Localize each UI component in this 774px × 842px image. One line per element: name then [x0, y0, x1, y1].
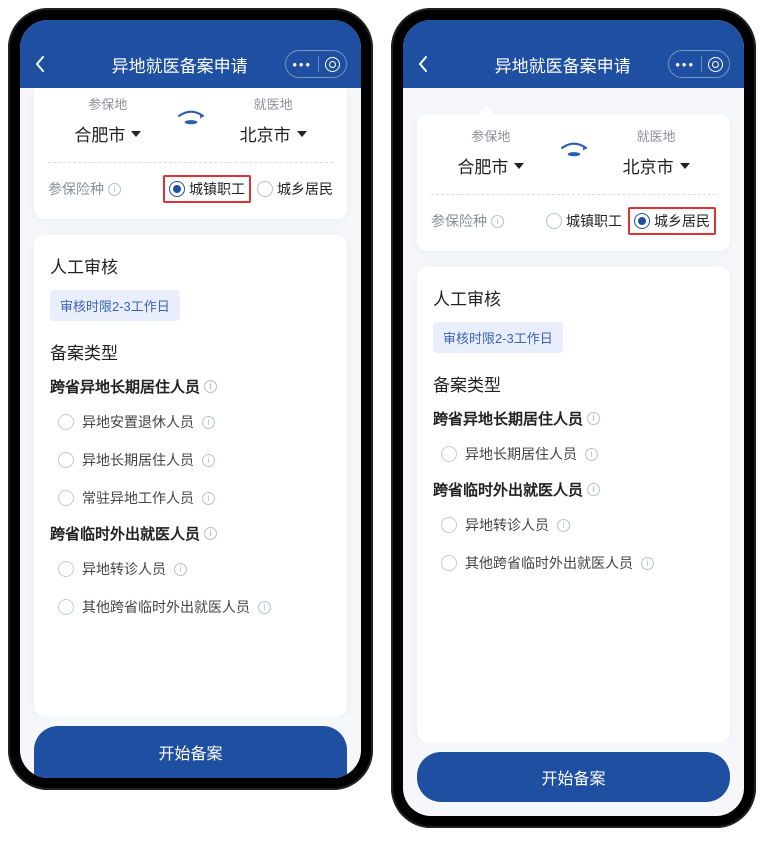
- category-temporary: 跨省临时外出就医人员i: [433, 479, 714, 500]
- info-icon[interactable]: i: [202, 492, 215, 505]
- submit-button[interactable]: 开始备案: [417, 752, 730, 802]
- more-icon[interactable]: •••: [675, 58, 695, 71]
- filing-type-title: 备案类型: [50, 339, 331, 364]
- info-icon[interactable]: i: [557, 519, 570, 532]
- submit-button[interactable]: 开始备案: [34, 726, 347, 778]
- filing-card: 人工审核 审核时限2-3工作日 备案类型 跨省异地长期居住人员i 异地长期居住人…: [417, 267, 730, 742]
- treatment-location-selector[interactable]: 就医地 北京市: [596, 126, 716, 178]
- back-button[interactable]: [417, 55, 457, 73]
- insurance-type-row: 参保险种i 城镇职工 城乡居民: [431, 207, 716, 235]
- filing-option[interactable]: 异地转诊人员i: [433, 506, 714, 544]
- filing-option[interactable]: 异地长期居住人员i: [50, 441, 331, 479]
- filing-option[interactable]: 其他跨省临时外出就医人员i: [433, 544, 714, 582]
- screen: 异地就医备案申请 ••• 参保地 合肥市: [20, 20, 361, 778]
- highlight-box: 城乡居民: [628, 207, 716, 235]
- swap-icon[interactable]: [176, 108, 206, 128]
- miniprogram-capsule[interactable]: •••: [285, 50, 347, 78]
- insured-location-selector[interactable]: 参保地 合肥市: [48, 94, 168, 146]
- phone-frame-left: 异地就医备案申请 ••• 参保地 合肥市: [8, 8, 373, 790]
- radio-urban-rural[interactable]: 城乡居民: [634, 211, 710, 231]
- filing-option[interactable]: 异地安置退休人员i: [50, 403, 331, 441]
- info-icon[interactable]: i: [491, 215, 504, 228]
- screen: 异地就医备案申请 ••• 参保地 合肥市: [403, 20, 744, 816]
- category-long-term: 跨省异地长期居住人员i: [433, 408, 714, 429]
- filing-option[interactable]: 其他跨省临时外出就医人员i: [50, 588, 331, 626]
- miniprogram-capsule[interactable]: •••: [668, 50, 730, 78]
- info-icon[interactable]: i: [587, 412, 600, 425]
- chevron-down-icon: [514, 163, 524, 169]
- info-icon[interactable]: i: [258, 601, 271, 614]
- info-icon[interactable]: i: [202, 454, 215, 467]
- info-icon[interactable]: i: [204, 380, 217, 393]
- review-badge: 审核时限2-3工作日: [50, 290, 180, 321]
- radio-urban-rural[interactable]: 城乡居民: [257, 179, 333, 199]
- page-title: 异地就医备案申请: [112, 52, 248, 77]
- info-icon[interactable]: i: [202, 416, 215, 429]
- radio-urban-employee[interactable]: 城镇职工: [546, 211, 622, 231]
- category-temporary: 跨省临时外出就医人员i: [50, 523, 331, 544]
- back-button[interactable]: [34, 55, 74, 73]
- filing-option[interactable]: 异地长期居住人员i: [433, 435, 714, 473]
- app-header: 异地就医备案申请 •••: [403, 20, 744, 88]
- review-title: 人工审核: [50, 253, 331, 278]
- radio-urban-employee[interactable]: 城镇职工: [169, 179, 245, 199]
- filing-card: 人工审核 审核时限2-3工作日 备案类型 跨省异地长期居住人员i 异地安置退休人…: [34, 235, 347, 716]
- filing-type-title: 备案类型: [433, 371, 714, 396]
- phone-frame-right: 异地就医备案申请 ••• 参保地 合肥市: [391, 8, 756, 828]
- review-badge: 审核时限2-3工作日: [433, 322, 563, 353]
- category-long-term: 跨省异地长期居住人员i: [50, 376, 331, 397]
- chevron-down-icon: [297, 131, 307, 137]
- info-icon[interactable]: i: [587, 483, 600, 496]
- more-icon[interactable]: •••: [292, 58, 312, 71]
- chevron-down-icon: [680, 163, 690, 169]
- close-miniprogram-icon[interactable]: [325, 57, 340, 72]
- info-icon[interactable]: i: [108, 183, 121, 196]
- review-title: 人工审核: [433, 285, 714, 310]
- filing-option[interactable]: 常驻异地工作人员i: [50, 479, 331, 517]
- close-miniprogram-icon[interactable]: [708, 57, 723, 72]
- info-icon[interactable]: i: [204, 527, 217, 540]
- page-title: 异地就医备案申请: [495, 52, 631, 77]
- location-card: 参保地 合肥市 就医地 北京市 参保险种i 城镇职工: [34, 88, 347, 219]
- chevron-down-icon: [131, 131, 141, 137]
- treatment-location-selector[interactable]: 就医地 北京市: [213, 94, 333, 146]
- info-icon[interactable]: i: [641, 557, 654, 570]
- swap-icon[interactable]: [559, 140, 589, 160]
- insurance-type-row: 参保险种i 城镇职工 城乡居民: [48, 175, 333, 203]
- highlight-box: 城镇职工: [163, 175, 251, 203]
- app-header: 异地就医备案申请 •••: [20, 20, 361, 88]
- filing-option[interactable]: 异地转诊人员i: [50, 550, 331, 588]
- card-pointer: [477, 106, 495, 115]
- location-card: 参保地 合肥市 就医地 北京市 参保险种i 城镇职工: [417, 114, 730, 251]
- info-icon[interactable]: i: [174, 563, 187, 576]
- insured-location-selector[interactable]: 参保地 合肥市: [431, 126, 551, 178]
- info-icon[interactable]: i: [585, 448, 598, 461]
